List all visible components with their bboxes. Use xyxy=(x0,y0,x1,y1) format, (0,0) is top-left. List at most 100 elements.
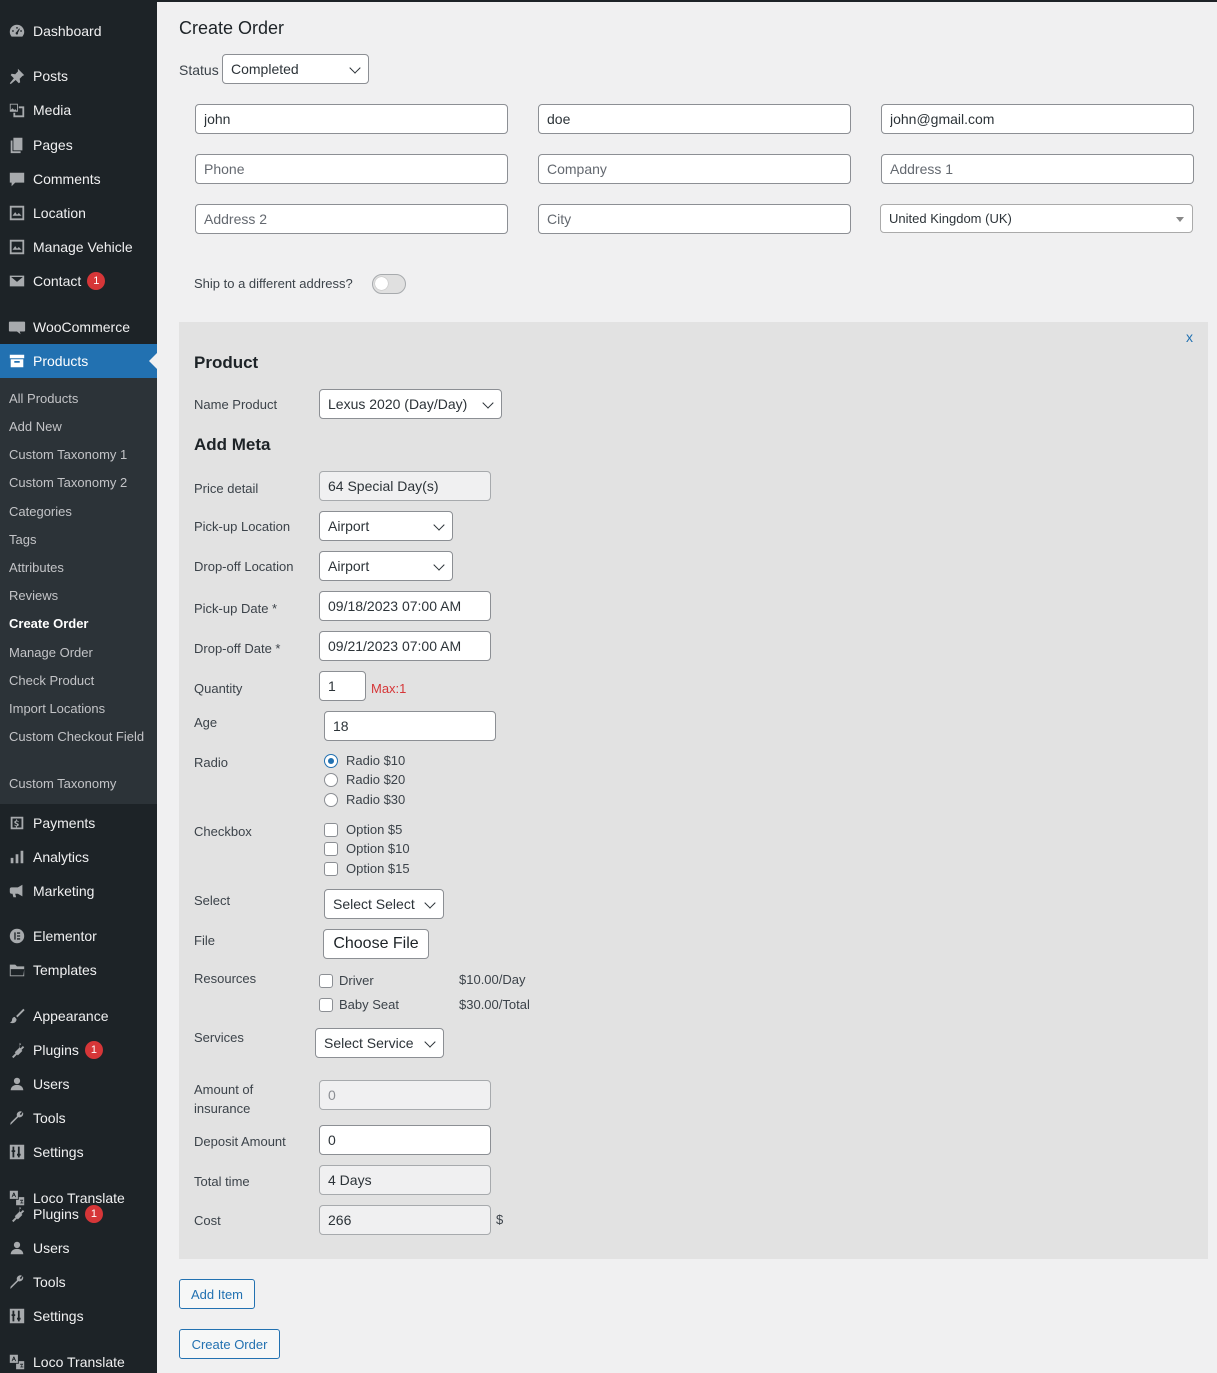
menu-marketing[interactable]: Marketing xyxy=(0,874,157,908)
menu-location[interactable]: Location xyxy=(0,196,157,230)
comment-icon xyxy=(0,170,33,188)
checkbox-option-1[interactable]: Option $5 xyxy=(324,822,402,837)
submenu-check-product[interactable]: Check Product xyxy=(9,672,149,690)
menu-tools[interactable]: Tools xyxy=(0,1101,157,1135)
menu-loco-translate-duplicate[interactable]: Loco Translate xyxy=(0,1345,157,1373)
name-product-select[interactable]: Lexus 2020 (Day/Day) xyxy=(319,389,502,419)
order-item-panel xyxy=(179,322,1208,1259)
submenu-reviews[interactable]: Reviews xyxy=(9,587,149,605)
first-name-input[interactable] xyxy=(195,104,508,134)
menu-plugins[interactable]: Plugins 1 xyxy=(0,1033,157,1067)
menu-analytics[interactable]: Analytics xyxy=(0,840,157,874)
dropoff-date-input[interactable] xyxy=(319,631,491,661)
status-select[interactable]: Completed xyxy=(222,54,369,84)
menu-settings[interactable]: Settings xyxy=(0,1135,157,1169)
menu-payments[interactable]: Payments xyxy=(0,806,157,840)
menu-manage-vehicle[interactable]: Manage Vehicle xyxy=(0,230,157,264)
submenu-add-new[interactable]: Add New xyxy=(9,418,149,436)
submenu-custom-taxonomy-2[interactable]: Custom Taxonomy 2 xyxy=(9,474,149,492)
checkbox[interactable] xyxy=(324,861,338,876)
resource-driver-label: Driver xyxy=(339,973,374,988)
radio-option-3[interactable]: Radio $30 xyxy=(324,792,405,807)
company-input[interactable] xyxy=(538,154,851,184)
menu-pages[interactable]: Pages xyxy=(0,128,157,162)
checkbox-option-2[interactable]: Option $10 xyxy=(324,841,410,856)
age-input[interactable] xyxy=(324,711,496,741)
menu-analytics-label: Analytics xyxy=(33,849,90,865)
woo-icon xyxy=(0,318,33,336)
radio-option-2[interactable]: Radio $20 xyxy=(324,772,405,787)
radio-button[interactable] xyxy=(324,792,338,807)
remove-item-button[interactable]: x xyxy=(1186,329,1193,345)
checkbox[interactable] xyxy=(324,841,338,856)
page-title: Create Order xyxy=(179,18,285,38)
menu-plugins-duplicate[interactable]: Plugins 1 xyxy=(0,1197,157,1231)
resource-baby-seat[interactable]: Baby Seat xyxy=(319,997,399,1012)
address2-input[interactable] xyxy=(195,204,508,234)
submenu-all-products[interactable]: All Products xyxy=(9,390,149,408)
checkbox-label: Checkbox xyxy=(194,824,252,839)
submenu-manage-order[interactable]: Manage Order xyxy=(9,644,149,662)
dropoff-location-value: Airport xyxy=(328,558,370,574)
radio-button[interactable] xyxy=(324,772,338,787)
age-label: Age xyxy=(194,715,218,730)
elementor-icon xyxy=(0,927,33,945)
radio-option-1[interactable]: Radio $10 xyxy=(324,753,405,768)
menu-dashboard[interactable]: Dashboard xyxy=(0,14,157,48)
services-select[interactable]: Select Service xyxy=(315,1028,444,1058)
dropoff-location-select[interactable]: Airport xyxy=(319,551,453,581)
menu-products[interactable]: Products xyxy=(0,344,157,378)
menu-pages-label: Pages xyxy=(33,137,73,153)
radio-button[interactable] xyxy=(324,753,338,768)
insurance-field xyxy=(319,1080,491,1110)
menu-comments-label: Comments xyxy=(33,171,101,187)
country-select[interactable]: United Kingdom (UK) xyxy=(880,204,1193,233)
menu-elementor[interactable]: Elementor xyxy=(0,919,157,953)
custom-select[interactable]: Select Select xyxy=(324,889,444,919)
checkbox[interactable] xyxy=(324,822,338,837)
submenu-attributes[interactable]: Attributes xyxy=(9,559,149,577)
submenu-categories[interactable]: Categories xyxy=(9,503,149,521)
create-order-button[interactable]: Create Order xyxy=(179,1329,280,1359)
submenu-custom-taxonomy[interactable]: Custom Taxonomy xyxy=(9,775,149,793)
deposit-input[interactable] xyxy=(319,1125,491,1155)
quantity-input[interactable] xyxy=(319,671,366,701)
submenu-custom-checkout-field[interactable]: Custom Checkout Field xyxy=(9,728,149,746)
checkbox-option-3[interactable]: Option $15 xyxy=(324,861,410,876)
pin-icon xyxy=(0,67,33,85)
submenu-tags[interactable]: Tags xyxy=(9,531,149,549)
pickup-location-select[interactable]: Airport xyxy=(319,511,453,541)
address1-input[interactable] xyxy=(881,154,1194,184)
contact-badge: 1 xyxy=(87,272,106,290)
menu-tools-duplicate[interactable]: Tools xyxy=(0,1265,157,1299)
menu-users[interactable]: Users xyxy=(0,1067,157,1101)
submenu-create-order[interactable]: Create Order xyxy=(9,615,149,633)
email-input[interactable] xyxy=(881,104,1194,134)
menu-posts[interactable]: Posts xyxy=(0,59,157,93)
vehicle-icon xyxy=(0,238,33,256)
chart-icon xyxy=(0,848,33,866)
resource-driver[interactable]: Driver xyxy=(319,973,374,988)
menu-users-duplicate-label: Users xyxy=(33,1240,70,1256)
add-item-button[interactable]: Add Item xyxy=(179,1279,255,1309)
last-name-input[interactable] xyxy=(538,104,851,134)
menu-appearance[interactable]: Appearance xyxy=(0,999,157,1033)
checkbox[interactable] xyxy=(319,997,333,1012)
menu-users-duplicate[interactable]: Users xyxy=(0,1231,157,1265)
submenu-import-locations[interactable]: Import Locations xyxy=(9,700,149,718)
choose-file-button[interactable]: Choose File xyxy=(323,929,429,959)
quantity-max-note: Max:1 xyxy=(371,681,407,696)
menu-contact[interactable]: Contact 1 xyxy=(0,264,157,298)
submenu-custom-taxonomy-1[interactable]: Custom Taxonomy 1 xyxy=(9,446,149,464)
checkbox[interactable] xyxy=(319,973,333,988)
ship-different-toggle[interactable] xyxy=(372,274,406,294)
menu-comments[interactable]: Comments xyxy=(0,162,157,196)
menu-templates[interactable]: Templates xyxy=(0,953,157,987)
menu-settings-duplicate[interactable]: Settings xyxy=(0,1299,157,1333)
pickup-date-input[interactable] xyxy=(319,591,491,621)
city-input[interactable] xyxy=(538,204,851,234)
menu-woocommerce[interactable]: WooCommerce xyxy=(0,310,157,344)
menu-media[interactable]: Media xyxy=(0,93,157,127)
menu-tools-label: Tools xyxy=(33,1110,66,1126)
phone-input[interactable] xyxy=(195,154,508,184)
